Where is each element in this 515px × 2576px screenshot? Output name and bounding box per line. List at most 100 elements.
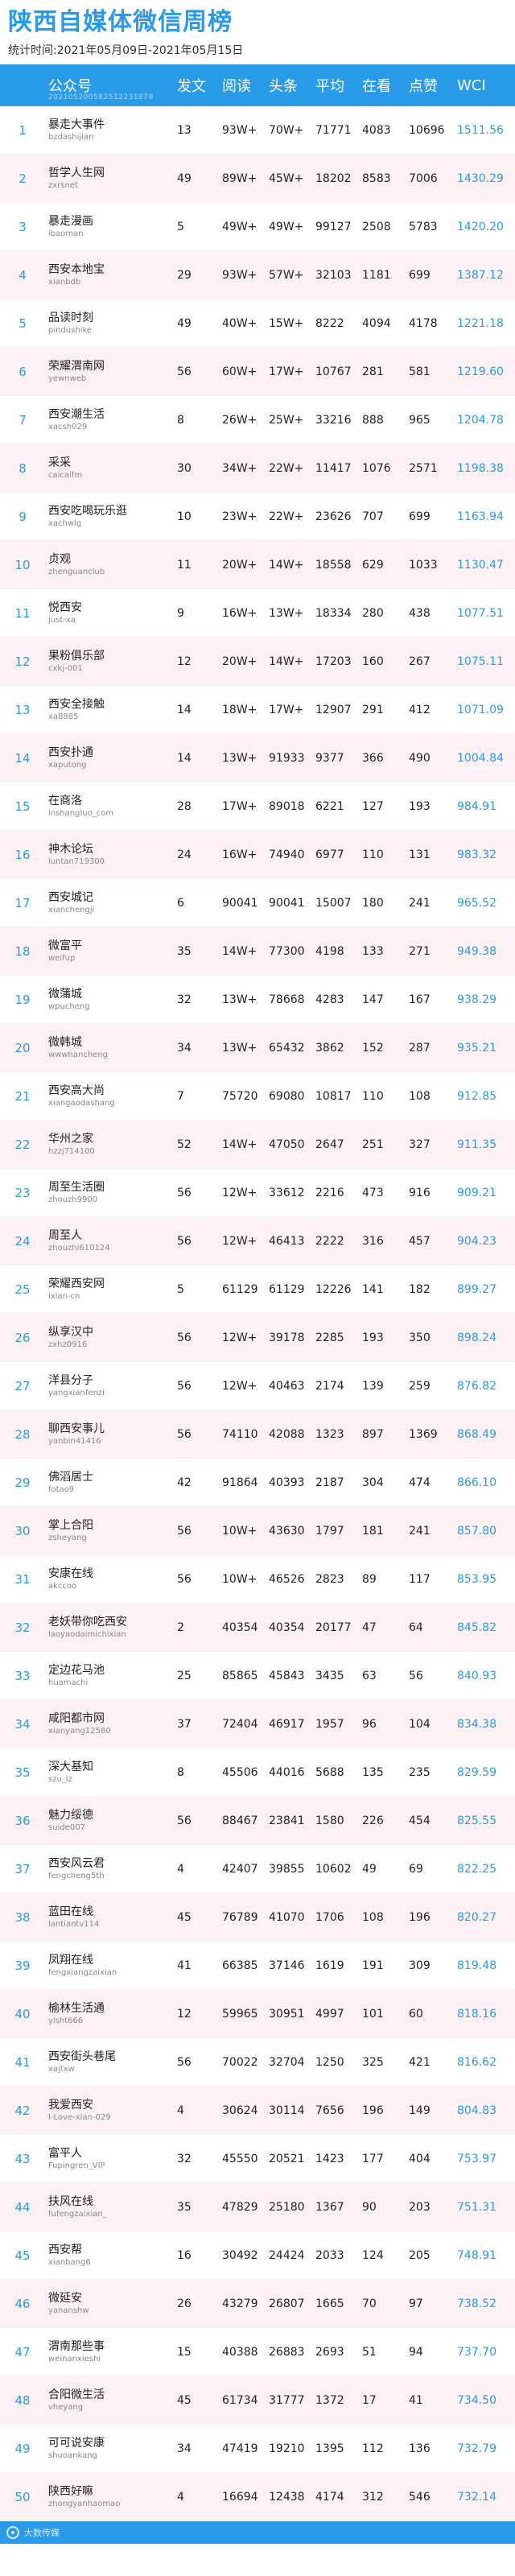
reads-cell: 76789 xyxy=(222,1910,258,1924)
posts-cell: 56 xyxy=(177,1186,192,1199)
average-cell: 2174 xyxy=(315,1379,344,1393)
table-row: 14 西安扑通 xaputong 14 13W+ 91933 9377 366 490 1004.… xyxy=(0,734,515,782)
page-footer: 大数传媒 xyxy=(0,2521,515,2544)
table-row: 13 西安全接触 xa8885 14 18W+ 17W+ 12907 291 412 1071.0… xyxy=(0,686,515,734)
watching-cell: 193 xyxy=(362,1331,384,1344)
headline-cell: 74940 xyxy=(269,848,305,861)
account-wechat-id: hzzj714100 xyxy=(48,1146,95,1156)
watching-cell: 8583 xyxy=(362,171,391,185)
watching-cell: 177 xyxy=(362,2152,384,2165)
account-name: 西安帮 xyxy=(48,2243,82,2256)
average-cell: 2033 xyxy=(315,2248,344,2262)
table-row: 42 我爱西安 I-Love-xian-029 4 30624 30114 7656 196 1… xyxy=(0,2087,515,2135)
watching-cell: 316 xyxy=(362,1234,384,1248)
rank-cell: 11 xyxy=(14,605,31,621)
wci-cell: 965.52 xyxy=(457,896,496,910)
reads-cell: 74110 xyxy=(222,1427,258,1441)
account-name: 周至生活圈 xyxy=(48,1180,105,1194)
account-wechat-id: bzdashijian xyxy=(48,132,94,142)
headline-cell: 61129 xyxy=(269,1282,305,1296)
wci-cell: 1071.09 xyxy=(457,703,504,716)
posts-cell: 5 xyxy=(177,220,184,233)
headline-cell: 45843 xyxy=(269,1669,305,1682)
watching-cell: 897 xyxy=(362,1427,384,1441)
account-name: 深大基知 xyxy=(48,1760,93,1773)
account-name: 西安扑通 xyxy=(48,745,93,759)
wci-cell: 898.24 xyxy=(457,1331,496,1344)
rank-cell: 35 xyxy=(14,1765,31,1780)
wci-cell: 1219.60 xyxy=(457,365,504,378)
wci-cell: 912.85 xyxy=(457,1089,496,1103)
account-cell: 微韩城 wwwhancheng xyxy=(45,1035,177,1061)
account-cell: 品读时刻 pindushike xyxy=(45,311,177,336)
account-wechat-id: lantiantv114 xyxy=(48,1919,100,1929)
reads-cell: 47419 xyxy=(222,2442,258,2455)
rank-cell: 46 xyxy=(14,2296,31,2311)
account-name: 合阳微生活 xyxy=(48,2388,105,2401)
rank-cell: 9 xyxy=(19,509,27,524)
rank-cell: 2 xyxy=(19,171,27,186)
account-wechat-id: zxhz0916 xyxy=(48,1340,88,1349)
table-row: 1 暴走大事件 bzdashijian 13 93W+ 70W+ 71771 4083 1069… xyxy=(0,106,515,155)
account-wechat-id: shuoankang xyxy=(48,2450,97,2460)
reads-cell: 30492 xyxy=(222,2248,258,2262)
posts-cell: 42 xyxy=(177,1476,192,1489)
account-wechat-id: akccoo xyxy=(48,1581,77,1591)
wci-cell: 938.29 xyxy=(457,993,496,1006)
posts-cell: 30 xyxy=(177,461,192,475)
account-name: 我爱西安 xyxy=(48,2098,93,2112)
watching-cell: 63 xyxy=(362,1669,377,1682)
posts-cell: 2 xyxy=(177,1620,184,1634)
reads-cell: 90041 xyxy=(222,896,258,910)
posts-cell: 35 xyxy=(177,2200,192,2214)
likes-cell: 182 xyxy=(409,1282,431,1296)
wci-cell: 904.23 xyxy=(457,1234,496,1248)
reads-cell: 45550 xyxy=(222,2152,258,2165)
rank-cell: 25 xyxy=(14,1282,31,1297)
table-row: 16 神木论坛 luntan719300 24 16W+ 74940 6977 110 131 9… xyxy=(0,831,515,879)
headline-cell: 25W+ xyxy=(269,413,304,427)
reads-cell: 70022 xyxy=(222,2055,258,2069)
posts-cell: 32 xyxy=(177,993,192,1006)
wci-cell: 748.91 xyxy=(457,2248,496,2262)
average-cell: 2285 xyxy=(315,1331,344,1344)
posts-cell: 16 xyxy=(177,2248,192,2262)
likes-cell: 438 xyxy=(409,606,431,620)
average-cell: 8222 xyxy=(315,316,344,330)
table-row: 5 品读时刻 pindushike 49 40W+ 15W+ 8222 4094 4178 122… xyxy=(0,299,515,348)
account-cell: 掌上合阳 zsheyang xyxy=(45,1518,177,1544)
rank-cell: 43 xyxy=(14,2151,31,2166)
table-row: 47 渭南那些事 weinanxieshi 15 40388 26883 2693 51 94 7… xyxy=(0,2328,515,2376)
header-posts: 发文 xyxy=(177,78,206,95)
watching-cell: 160 xyxy=(362,654,384,668)
header-headline: 头条 xyxy=(269,78,298,95)
average-cell: 1372 xyxy=(315,2393,344,2407)
headline-cell: 65432 xyxy=(269,1041,305,1055)
account-wechat-id: ixian-cn xyxy=(48,1291,80,1301)
reads-cell: 40388 xyxy=(222,2345,258,2359)
reads-cell: 60W+ xyxy=(222,365,258,378)
rank-cell: 42 xyxy=(14,2103,31,2118)
rank-cell: 16 xyxy=(14,847,31,862)
watching-cell: 280 xyxy=(362,606,384,620)
account-cell: 周至人 zhouzhi610124 xyxy=(45,1228,177,1254)
headline-cell: 90041 xyxy=(269,896,305,910)
table-row: 35 深大基知 szu_lz 8 45506 44016 5688 135 235 829.59 xyxy=(0,1748,515,1797)
watching-cell: 707 xyxy=(362,510,384,523)
rank-cell: 49 xyxy=(14,2441,31,2456)
wci-cell: 753.97 xyxy=(457,2152,496,2165)
posts-cell: 56 xyxy=(177,1379,192,1393)
reads-cell: 88467 xyxy=(222,1814,258,1827)
wci-cell: 1130.47 xyxy=(457,558,504,572)
posts-cell: 25 xyxy=(177,1669,192,1682)
posts-cell: 52 xyxy=(177,1137,192,1151)
account-name: 西安潮生活 xyxy=(48,407,105,421)
posts-cell: 56 xyxy=(177,2055,192,2069)
account-wechat-id: luntan719300 xyxy=(48,857,105,866)
account-name: 悦西安 xyxy=(48,601,82,614)
header-serial: 202105200582512231879 xyxy=(48,93,154,101)
posts-cell: 14 xyxy=(177,703,192,716)
likes-cell: 454 xyxy=(409,1814,431,1827)
average-cell: 18334 xyxy=(315,606,352,620)
posts-cell: 26 xyxy=(177,2297,192,2310)
